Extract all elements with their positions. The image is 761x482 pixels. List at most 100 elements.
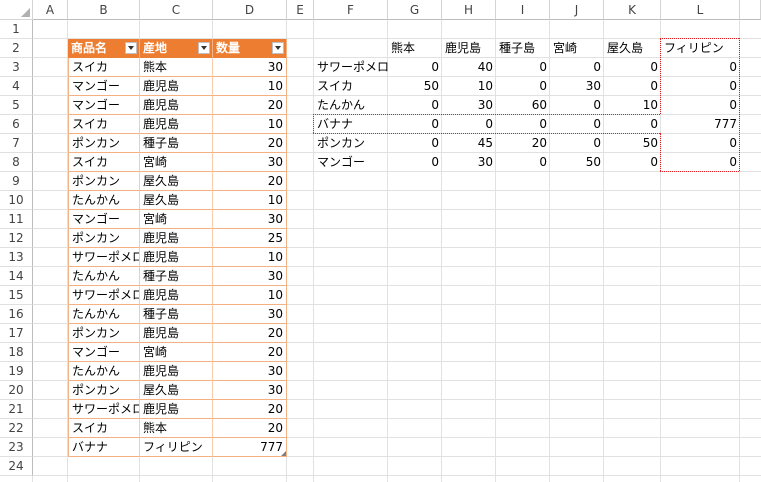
crosstab-header[interactable]: 屋久島 [604, 39, 661, 58]
table-cell-quantity[interactable]: 20 [213, 96, 287, 115]
crosstab-cell[interactable]: 0 [661, 134, 740, 153]
table-cell-origin[interactable]: 熊本 [140, 419, 213, 438]
crosstab-cell[interactable]: 0 [550, 115, 604, 134]
crosstab-cell[interactable]: 0 [388, 153, 442, 172]
row-header-4[interactable]: 4 [0, 77, 33, 96]
table-cell-quantity[interactable]: 30 [213, 362, 287, 381]
row-header-10[interactable]: 10 [0, 191, 33, 210]
table-cell-origin[interactable]: 屋久島 [140, 191, 213, 210]
table-cell-origin[interactable]: 鹿児島 [140, 248, 213, 267]
table-cell-quantity[interactable]: 10 [213, 115, 287, 134]
column-header-h[interactable]: H [442, 0, 496, 20]
crosstab-row-label[interactable]: たんかん [314, 96, 388, 115]
table-cell-origin[interactable]: 鹿児島 [140, 286, 213, 305]
row-header-1[interactable]: 1 [0, 20, 33, 39]
table-cell-quantity[interactable]: 20 [213, 400, 287, 419]
table-cell-product[interactable]: ポンカン [68, 229, 140, 248]
table-cell-product[interactable]: ポンカン [68, 381, 140, 400]
row-header-17[interactable]: 17 [0, 324, 33, 343]
table-cell-product[interactable]: マンゴー [68, 77, 140, 96]
column-header-j[interactable]: J [550, 0, 604, 20]
crosstab-cell[interactable]: 0 [550, 134, 604, 153]
table-cell-quantity[interactable]: 30 [213, 210, 287, 229]
row-header-18[interactable]: 18 [0, 343, 33, 362]
crosstab-row-label[interactable]: スイカ [314, 77, 388, 96]
table-cell-quantity[interactable]: 30 [213, 58, 287, 77]
crosstab-row-label[interactable]: バナナ [314, 115, 388, 134]
crosstab-cell[interactable]: 0 [661, 58, 740, 77]
crosstab-cell[interactable]: 40 [442, 58, 496, 77]
row-header-22[interactable]: 22 [0, 419, 33, 438]
row-header-3[interactable]: 3 [0, 58, 33, 77]
crosstab-row-label[interactable]: ポンカン [314, 134, 388, 153]
column-header-f[interactable]: F [314, 0, 388, 20]
table-cell-quantity[interactable]: 20 [213, 343, 287, 362]
row-header-13[interactable]: 13 [0, 248, 33, 267]
crosstab-cell[interactable]: 0 [604, 153, 661, 172]
table-cell-origin[interactable]: 鹿児島 [140, 115, 213, 134]
table-cell-product[interactable]: ポンカン [68, 324, 140, 343]
crosstab-header[interactable]: 種子島 [496, 39, 550, 58]
table-cell-quantity[interactable]: 777 [213, 438, 287, 457]
row-header-21[interactable]: 21 [0, 400, 33, 419]
column-header-c[interactable]: C [140, 0, 213, 20]
table-cell-origin[interactable]: 種子島 [140, 267, 213, 286]
table-cell-origin[interactable]: 鹿児島 [140, 77, 213, 96]
column-header-k[interactable]: K [604, 0, 661, 20]
crosstab-header[interactable]: 宮崎 [550, 39, 604, 58]
table-cell-origin[interactable]: 種子島 [140, 134, 213, 153]
crosstab-cell[interactable]: 0 [604, 58, 661, 77]
row-header-16[interactable]: 16 [0, 305, 33, 324]
row-header-6[interactable]: 6 [0, 115, 33, 134]
table-cell-quantity[interactable]: 30 [213, 305, 287, 324]
table-cell-quantity[interactable]: 30 [213, 267, 287, 286]
crosstab-cell[interactable]: 50 [604, 134, 661, 153]
row-header-7[interactable]: 7 [0, 134, 33, 153]
crosstab-cell[interactable]: 0 [388, 58, 442, 77]
filter-dropdown-icon[interactable] [198, 42, 210, 54]
crosstab-cell[interactable]: 0 [496, 58, 550, 77]
table-cell-origin[interactable]: 宮崎 [140, 153, 213, 172]
table-cell-product[interactable]: スイカ [68, 115, 140, 134]
select-all-corner[interactable] [0, 0, 33, 20]
crosstab-cell[interactable]: 10 [442, 77, 496, 96]
crosstab-cell[interactable]: 0 [661, 96, 740, 115]
crosstab-cell[interactable]: 0 [604, 115, 661, 134]
crosstab-header[interactable]: 熊本 [388, 39, 442, 58]
row-header-2[interactable]: 2 [0, 39, 33, 58]
crosstab-cell[interactable]: 0 [550, 58, 604, 77]
table-cell-quantity[interactable]: 10 [213, 77, 287, 96]
filter-dropdown-icon[interactable] [125, 42, 137, 54]
crosstab-cell[interactable]: 60 [496, 96, 550, 115]
table-cell-product[interactable]: サワーポメロ [68, 248, 140, 267]
table-cell-product[interactable]: たんかん [68, 362, 140, 381]
row-header-20[interactable]: 20 [0, 381, 33, 400]
table-cell-quantity[interactable]: 10 [213, 248, 287, 267]
table-cell-origin[interactable]: 鹿児島 [140, 229, 213, 248]
row-header-5[interactable]: 5 [0, 96, 33, 115]
table-cell-product[interactable]: スイカ [68, 153, 140, 172]
table-cell-product[interactable]: サワーポメロ [68, 286, 140, 305]
crosstab-header[interactable]: 鹿児島 [442, 39, 496, 58]
table-cell-product[interactable]: ポンカン [68, 172, 140, 191]
table-cell-product[interactable]: マンゴー [68, 343, 140, 362]
column-header-l[interactable]: L [661, 0, 740, 20]
table-cell-quantity[interactable]: 20 [213, 134, 287, 153]
table-cell-product[interactable]: マンゴー [68, 96, 140, 115]
table-cell-product[interactable]: ポンカン [68, 134, 140, 153]
table-cell-product[interactable]: マンゴー [68, 210, 140, 229]
crosstab-cell[interactable]: 0 [388, 96, 442, 115]
table-cell-product[interactable]: バナナ [68, 438, 140, 457]
crosstab-cell[interactable]: 0 [496, 77, 550, 96]
crosstab-cell[interactable]: 30 [442, 96, 496, 115]
table-cell-quantity[interactable]: 25 [213, 229, 287, 248]
crosstab-cell[interactable]: 50 [550, 153, 604, 172]
table-cell-quantity[interactable]: 20 [213, 419, 287, 438]
crosstab-cell[interactable]: 30 [550, 77, 604, 96]
row-header-23[interactable]: 23 [0, 438, 33, 457]
crosstab-row-label[interactable]: サワーポメロ [314, 58, 388, 77]
filter-dropdown-icon[interactable] [272, 42, 284, 54]
table-cell-product[interactable]: スイカ [68, 58, 140, 77]
crosstab-cell[interactable]: 0 [496, 153, 550, 172]
crosstab-cell[interactable]: 0 [550, 96, 604, 115]
